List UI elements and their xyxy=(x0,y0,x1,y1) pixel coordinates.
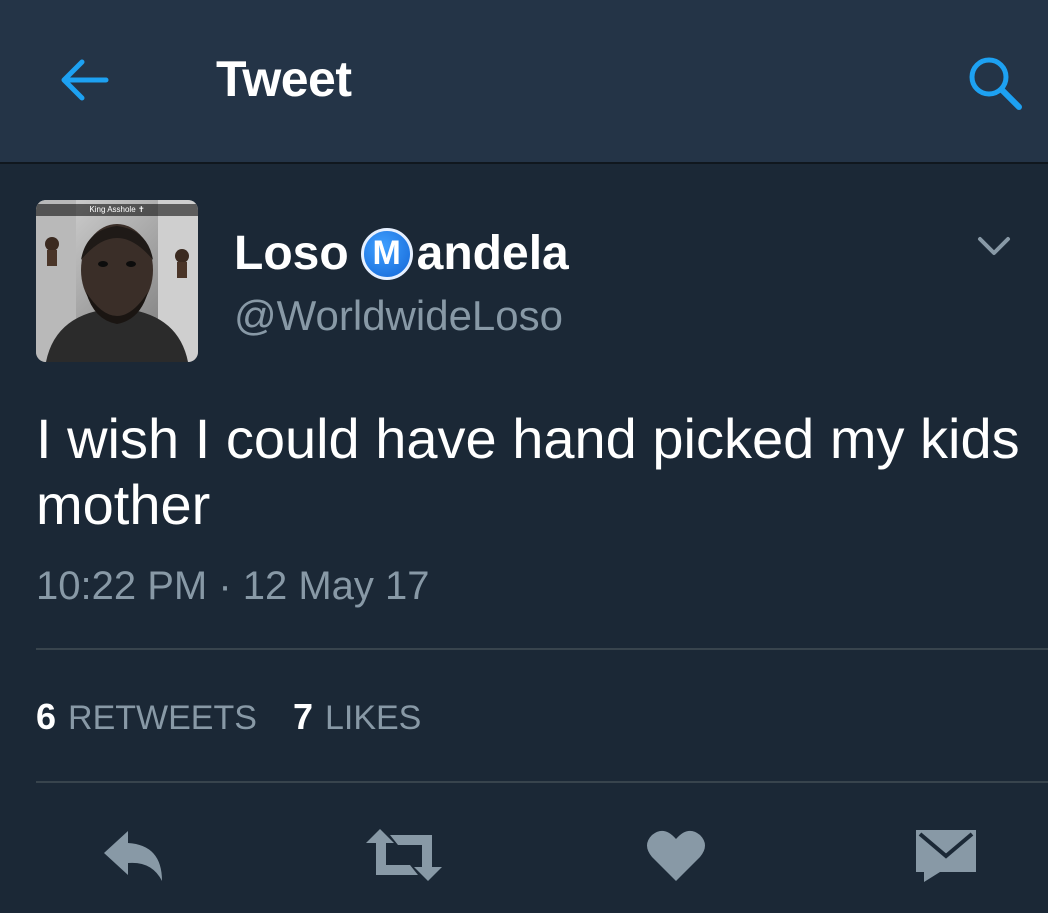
search-button[interactable] xyxy=(960,48,1030,118)
retweet-icon xyxy=(366,829,442,881)
arrow-left-icon xyxy=(61,59,109,101)
likes-count: 7 xyxy=(292,696,313,737)
display-name-rest: andela xyxy=(416,227,569,280)
avatar-caption: King Asshole ✝ xyxy=(36,204,198,216)
avatar-photo xyxy=(36,200,198,362)
retweet-button[interactable] xyxy=(362,820,446,890)
chevron-down-icon xyxy=(978,237,1010,255)
tweet-text: I wish I could have hand picked my kids … xyxy=(36,407,1020,536)
like-button[interactable] xyxy=(634,820,718,890)
divider xyxy=(36,781,1048,783)
search-icon xyxy=(969,57,1022,110)
direct-message-button[interactable] xyxy=(904,820,988,890)
likes-stat[interactable]: 7 LIKES xyxy=(293,696,421,738)
tweet-options-button[interactable] xyxy=(970,222,1018,270)
reply-button[interactable] xyxy=(94,820,178,890)
display-name-first: Loso xyxy=(234,227,349,280)
heart-icon xyxy=(647,830,705,881)
tweet-stats: 6 RETWEETS 7 LIKES xyxy=(36,696,457,738)
retweets-stat[interactable]: 6 RETWEETS xyxy=(36,696,257,738)
retweets-count: 6 xyxy=(36,696,57,737)
tweet-actions xyxy=(0,810,1048,900)
author-avatar[interactable]: King Asshole ✝ xyxy=(36,200,198,362)
m-logo-icon: M xyxy=(360,227,413,280)
author-handle[interactable]: @WorldwideLoso xyxy=(234,292,563,340)
tweet-timestamp: 10:22 PM · 12 May 17 xyxy=(36,564,430,608)
page-title: Tweet xyxy=(216,51,352,107)
top-app-bar: Tweet xyxy=(0,0,1048,164)
direct-message-icon xyxy=(916,830,976,882)
back-button[interactable] xyxy=(52,48,116,112)
likes-label: LIKES xyxy=(324,699,422,737)
author-display-name[interactable]: Loso M andela xyxy=(234,226,569,281)
retweets-label: RETWEETS xyxy=(68,699,257,737)
reply-icon xyxy=(104,831,162,881)
divider xyxy=(36,648,1048,650)
